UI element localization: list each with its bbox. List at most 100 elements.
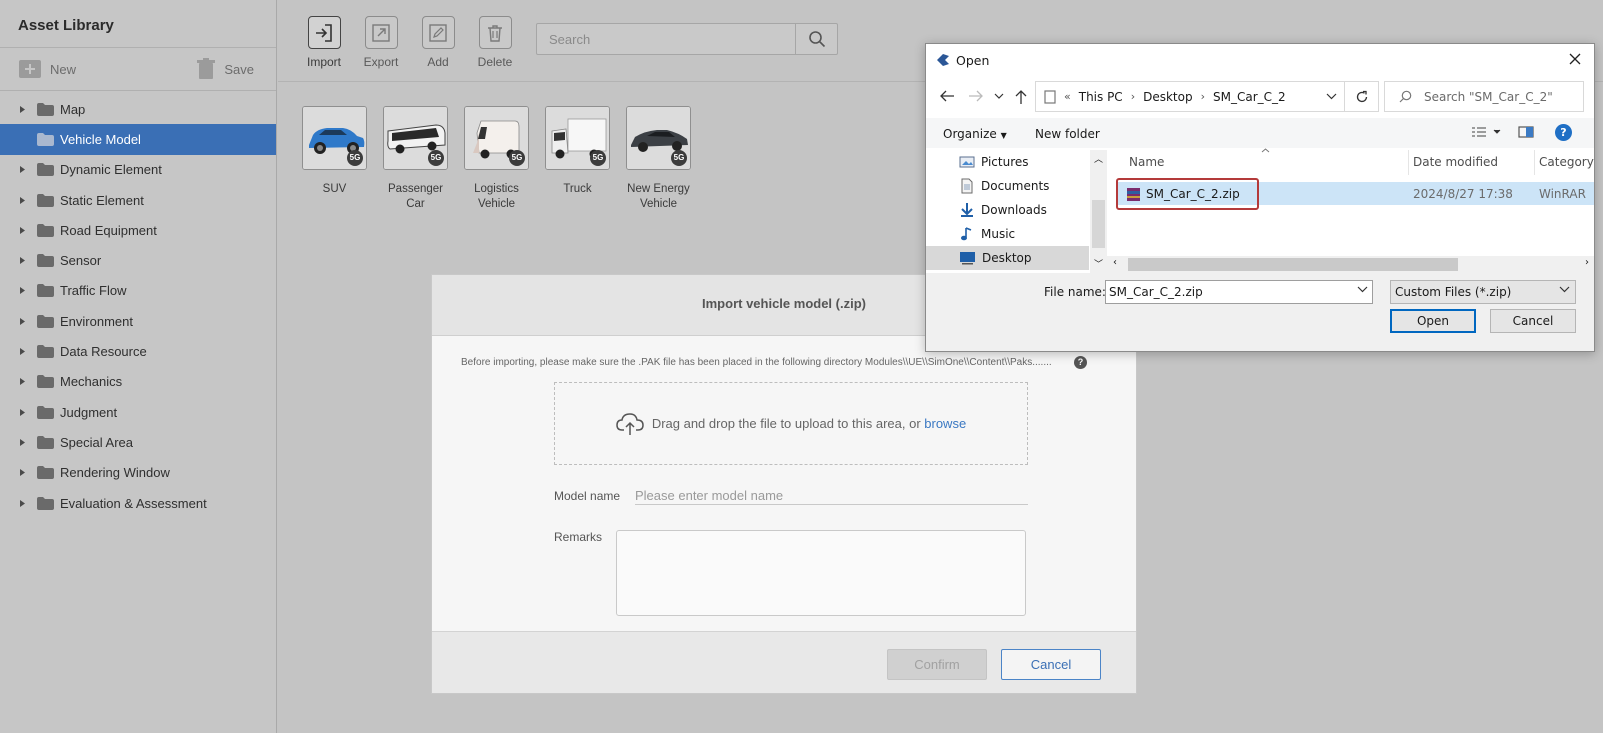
breadcrumb-desktop[interactable]: Desktop (1143, 90, 1193, 104)
remarks-textarea[interactable] (616, 530, 1026, 616)
nav-item-music[interactable]: Music (957, 222, 1089, 246)
tree-item[interactable]: Road Equipment (0, 215, 276, 245)
column-header-date[interactable]: Date modified (1413, 155, 1498, 169)
expand-caret-icon[interactable] (19, 196, 35, 205)
nav-item-documents[interactable]: Documents (957, 174, 1089, 198)
tree-item-label: Special Area (60, 434, 133, 450)
open-file-dialog: Open « This PC › Desktop › SM_Car_C_2 Se… (925, 43, 1595, 352)
expand-caret-icon[interactable] (19, 499, 35, 508)
close-icon[interactable] (1568, 52, 1582, 66)
view-options-button[interactable] (1471, 126, 1501, 141)
tree-item[interactable]: Vehicle Model (0, 124, 276, 155)
export-label: Export (363, 55, 399, 69)
navigation-pane: Pictures Documents Downloads Music Deskt… (926, 150, 1107, 273)
add-button[interactable]: Add (410, 16, 466, 69)
tree-item[interactable]: Mechanics (0, 367, 276, 397)
expand-caret-icon[interactable] (19, 286, 35, 295)
folder-search-box[interactable]: Search "SM_Car_C_2" (1384, 81, 1584, 112)
file-name-input[interactable]: SM_Car_C_2.zip (1105, 280, 1373, 304)
nav-item-downloads[interactable]: Downloads (957, 198, 1089, 222)
scroll-thumb[interactable] (1128, 258, 1458, 271)
tree-item[interactable]: Sensor (0, 245, 276, 275)
tree-item[interactable]: Special Area (0, 427, 276, 457)
back-arrow-icon[interactable] (939, 89, 955, 103)
tree-item[interactable]: Judgment (0, 397, 276, 427)
recent-dropdown-icon[interactable] (994, 92, 1004, 100)
expand-caret-icon[interactable] (19, 256, 35, 265)
tree-item[interactable]: Data Resource (0, 336, 276, 366)
tree-item-label: Data Resource (60, 344, 147, 360)
save-button[interactable]: Save (196, 58, 254, 80)
scroll-down-icon[interactable]: ﹀ (1094, 257, 1103, 270)
folder-icon (37, 435, 54, 449)
expand-caret-icon[interactable] (19, 408, 35, 417)
up-arrow-icon[interactable] (1014, 89, 1028, 105)
file-dropzone[interactable]: Drag and drop the file to upload to this… (554, 382, 1028, 465)
scroll-thumb[interactable] (1092, 200, 1105, 248)
drop-text: Drag and drop the file to upload to this… (651, 416, 925, 431)
tree-item[interactable]: Traffic Flow (0, 276, 276, 306)
tree-item[interactable]: Static Element (0, 185, 276, 215)
chevron-down-icon[interactable] (1357, 286, 1368, 293)
expand-caret-icon[interactable] (19, 226, 35, 235)
new-folder-button[interactable]: New folder (1035, 127, 1100, 141)
column-header-name[interactable]: Name (1129, 155, 1164, 169)
dialog-cancel-button[interactable]: Cancel (1490, 309, 1576, 333)
organize-menu[interactable]: Organize ▼ (943, 127, 1007, 141)
cancel-button[interactable]: Cancel (1001, 649, 1101, 680)
import-button[interactable]: Import (296, 16, 352, 69)
expand-caret-icon[interactable] (19, 105, 35, 114)
expand-caret-icon[interactable] (19, 438, 35, 447)
open-button[interactable]: Open (1390, 309, 1476, 333)
scroll-right-icon[interactable]: › (1585, 257, 1589, 268)
scroll-left-icon[interactable]: ‹ (1113, 257, 1117, 268)
address-bar[interactable]: « This PC › Desktop › SM_Car_C_2 (1035, 81, 1379, 112)
file-type-select[interactable]: Custom Files (*.zip) (1390, 280, 1576, 304)
tree-item[interactable]: Dynamic Element (0, 155, 276, 185)
address-dropdown[interactable] (1318, 93, 1344, 100)
delete-button[interactable]: Delete (467, 16, 523, 69)
selected-file-highlight[interactable]: SM_Car_C_2.zip (1116, 178, 1259, 210)
new-button[interactable]: New (18, 59, 76, 79)
search-button[interactable] (795, 24, 837, 54)
asset-card-suv[interactable]: 5G SUV (302, 106, 367, 212)
nav-item-desktop[interactable]: Desktop (926, 246, 1089, 270)
tree-item[interactable]: Environment (0, 306, 276, 336)
nav-item-pictures[interactable]: Pictures (957, 150, 1089, 174)
expand-caret-icon[interactable] (19, 377, 35, 386)
add-label: Add (427, 55, 449, 69)
breadcrumb-this-pc[interactable]: This PC (1079, 90, 1123, 104)
scroll-up-icon[interactable]: ︿ (1094, 152, 1103, 165)
music-icon (961, 227, 972, 241)
forward-arrow-icon[interactable] (968, 89, 984, 103)
preview-pane-button[interactable] (1518, 126, 1534, 141)
file-list-scrollbar[interactable]: ‹ › (1107, 256, 1594, 273)
breadcrumb-folder[interactable]: SM_Car_C_2 (1213, 90, 1286, 104)
confirm-button[interactable]: Confirm (887, 649, 987, 680)
expand-caret-icon[interactable] (19, 165, 35, 174)
column-divider[interactable] (1534, 150, 1535, 175)
tree-item[interactable]: Evaluation & Assessment (0, 488, 276, 518)
asset-card-new-energy-vehicle[interactable]: 5G New Energy Vehicle (626, 106, 691, 212)
column-header-category[interactable]: Category (1539, 155, 1594, 169)
export-button[interactable]: Export (353, 16, 409, 69)
refresh-button[interactable] (1344, 82, 1378, 111)
search-input[interactable] (537, 24, 787, 54)
expand-caret-icon[interactable] (19, 347, 35, 356)
nav-scrollbar[interactable]: ︿ ﹀ (1090, 150, 1107, 273)
tree-item[interactable]: Rendering Window (0, 458, 276, 488)
browse-link[interactable]: browse (924, 416, 966, 431)
model-name-input[interactable] (635, 486, 1028, 505)
asset-card-logistics-vehicle[interactable]: 5G Logistics Vehicle (464, 106, 529, 212)
expand-caret-icon[interactable] (19, 317, 35, 326)
asset-card-truck[interactable]: 5G Truck (545, 106, 610, 212)
column-divider[interactable] (1408, 150, 1409, 175)
help-icon[interactable]: ? (1074, 356, 1087, 369)
help-button[interactable]: ? (1555, 124, 1572, 141)
folder-icon (37, 405, 54, 419)
command-bar: Organize ▼ New folder ? (926, 118, 1594, 148)
tree-item[interactable]: Map (0, 94, 276, 124)
expand-caret-icon[interactable] (19, 468, 35, 477)
tree-item-label: Mechanics (60, 374, 123, 390)
asset-card-passenger-car[interactable]: 5G Passenger Car (383, 106, 448, 212)
